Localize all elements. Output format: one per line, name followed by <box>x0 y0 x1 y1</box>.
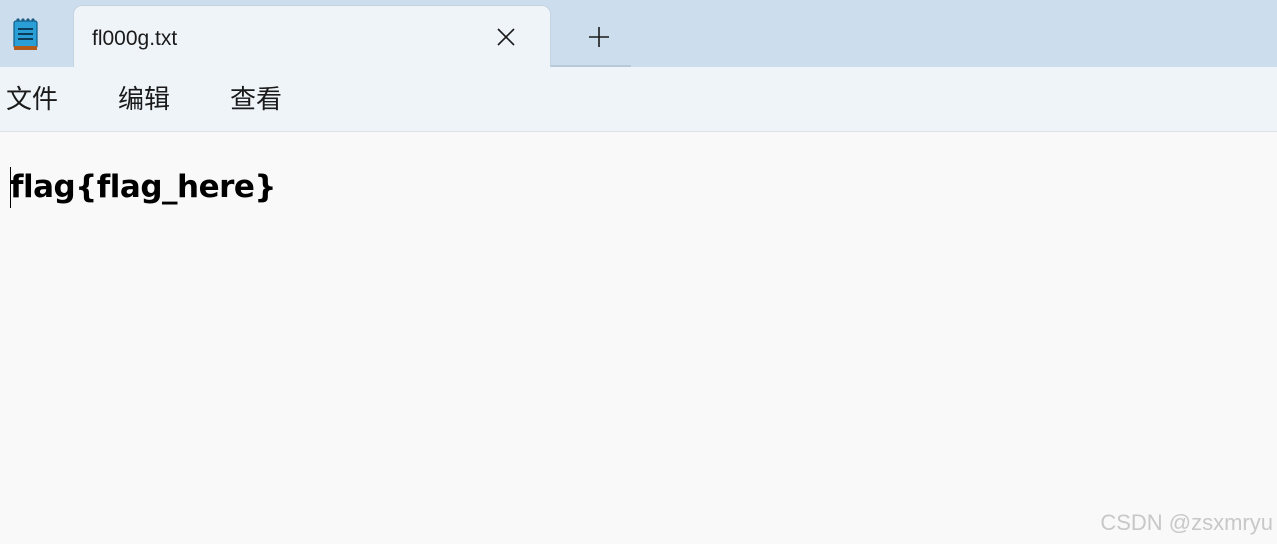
notepad-icon <box>13 17 38 51</box>
menu-view[interactable]: 查看 <box>230 85 282 115</box>
menu-file[interactable]: 文件 <box>6 85 58 115</box>
close-icon[interactable] <box>489 20 523 54</box>
tab-title: fl000g.txt <box>92 27 178 50</box>
menu-bar: 文件 编辑 查看 <box>0 67 1277 132</box>
plus-icon[interactable] <box>581 19 617 55</box>
watermark: CSDN @zsxmryu <box>1100 510 1273 535</box>
text-editor[interactable]: flag{flag_here} CSDN @zsxmryu <box>0 133 1277 544</box>
menu-edit[interactable]: 编辑 <box>118 85 170 115</box>
title-bar: fl000g.txt <box>0 0 1277 67</box>
editor-content[interactable]: flag{flag_here} <box>10 168 277 206</box>
notepad-window: fl000g.txt 文件 编辑 查看 flag{flag_here} CSDN… <box>0 0 1277 544</box>
tab-file[interactable]: fl000g.txt <box>73 5 551 67</box>
